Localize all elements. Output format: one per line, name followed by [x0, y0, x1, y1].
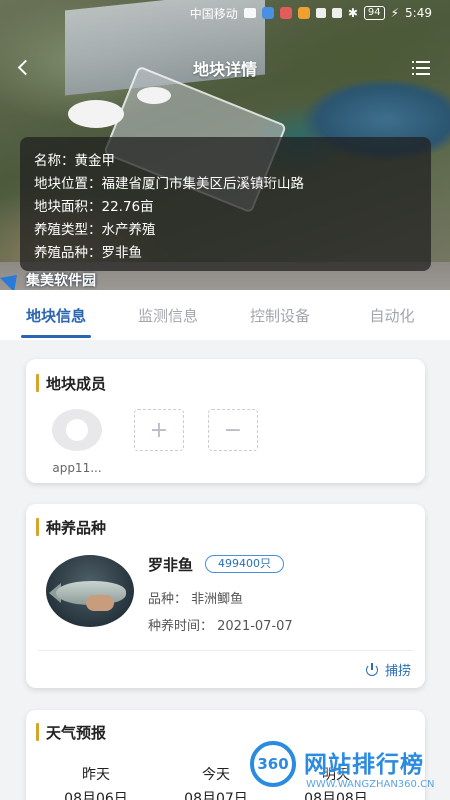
tab-automation[interactable]: 自动化 — [336, 305, 448, 326]
member-name: app11... — [52, 461, 102, 475]
map-marker — [137, 87, 171, 104]
tab-plot-info[interactable]: 地块信息 — [0, 305, 112, 338]
signal-icon — [243, 8, 256, 18]
day-date: 08月06日 — [64, 791, 128, 800]
alarm-icon — [331, 8, 342, 18]
page-title: 地块详情 — [192, 60, 257, 79]
nfc-icon — [315, 8, 326, 18]
harvest-label: 捕捞 — [384, 664, 411, 679]
section-title: 地块成员 — [36, 371, 415, 395]
watermark-logo: 360 — [250, 741, 296, 787]
bluetooth-icon: ✱ — [347, 6, 358, 20]
harvest-button[interactable]: 捕捞 — [365, 660, 411, 679]
watermark-url: WWW.WANGZHAN360.CN — [306, 779, 435, 790]
tab-control-devices[interactable]: 控制设备 — [224, 305, 336, 326]
variety-text: 品种： 非洲鲫鱼 — [148, 592, 244, 607]
carrier-label: 中国移动 — [189, 6, 238, 21]
map-header: 集美软件园 中国移动 ✱ 94 ⚡ 5:49 地块详情 名称： 黄金甲 地块位置：… — [0, 0, 450, 290]
species-item: 罗非鱼 499400只 品种： 非洲鲫鱼 种养时间： 2021-07-07 — [36, 553, 415, 634]
clock: 5:49 — [405, 6, 432, 20]
app-notification-icon — [279, 7, 292, 19]
back-arrow-icon[interactable] — [14, 56, 38, 80]
app-notification-icon — [297, 7, 310, 19]
weather-day: 昨天 08月06日 — [36, 764, 156, 800]
map-place-label: 集美软件园 — [0, 267, 96, 290]
plot-location-row: 地块位置： 福建省厦门市集美区后溪镇珩山路 — [34, 175, 304, 192]
farming-type-row: 养殖类型： 水产养殖 — [34, 221, 156, 238]
plot-area-row: 地块面积： 22.76亩 — [34, 198, 154, 215]
day-label: 昨天 — [82, 767, 110, 783]
battery-indicator: 94 — [363, 6, 385, 20]
watermark-title: 网站排行榜 — [304, 752, 424, 778]
remove-member-button[interactable]: − — [208, 409, 258, 451]
farming-time-text: 种养时间： 2021-07-07 — [148, 619, 293, 634]
title-bar: 地块详情 — [0, 48, 450, 88]
tab-bar: 地块信息 监测信息 控制设备 自动化 — [0, 290, 450, 340]
power-icon — [365, 662, 379, 677]
member-list: app11... + − — [36, 409, 415, 475]
member-item[interactable]: app11... — [44, 409, 110, 475]
app-notification-icon — [261, 7, 274, 19]
section-title: 种养品种 — [36, 515, 415, 539]
charging-icon: ⚡ — [390, 6, 400, 20]
map-marker — [68, 100, 124, 128]
plot-name-row: 名称： 黄金甲 — [34, 152, 115, 169]
watermark: 360 网站排行榜 WWW.WANGZHAN360.CN — [248, 735, 450, 800]
fish-photo — [46, 555, 134, 627]
species-details: 罗非鱼 499400只 品种： 非洲鲫鱼 种养时间： 2021-07-07 — [148, 553, 293, 634]
avatar — [52, 409, 102, 451]
tab-monitoring-info[interactable]: 监测信息 — [112, 305, 224, 326]
menu-list-icon[interactable] — [412, 58, 434, 78]
species-name: 罗非鱼 — [148, 555, 194, 574]
quantity-badge: 499400只 — [205, 555, 285, 573]
plot-members-card: 地块成员 app11... + − — [26, 359, 425, 483]
farming-species-row: 养殖品种： 罗非鱼 — [34, 244, 142, 261]
navigation-arrow-icon — [0, 267, 25, 290]
plot-info-panel: 名称： 黄金甲 地块位置： 福建省厦门市集美区后溪镇珩山路 地块面积： 22.76亩 … — [20, 137, 431, 271]
species-card: 种养品种 罗非鱼 499400只 品种： 非洲鲫鱼 种养时间： 2021-07-… — [26, 504, 425, 688]
divider — [38, 650, 413, 651]
add-member-button[interactable]: + — [134, 409, 184, 451]
status-bar: 中国移动 ✱ 94 ⚡ 5:49 — [0, 0, 450, 26]
